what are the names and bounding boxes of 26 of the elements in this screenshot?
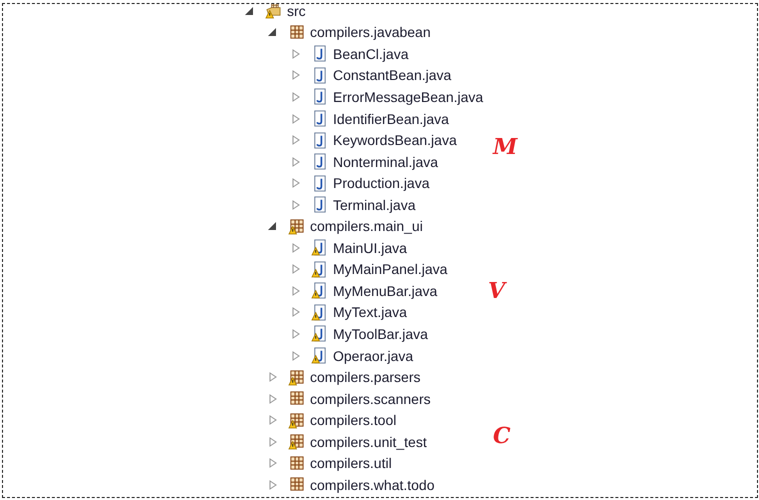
tree-item[interactable]: BeanCl.java bbox=[333, 46, 408, 61]
annotation-letter: M bbox=[493, 136, 518, 158]
tree-item[interactable]: MyText.java bbox=[333, 305, 407, 320]
tree-item[interactable]: MyMenuBar.java bbox=[333, 284, 438, 298]
annotation-letter: C bbox=[493, 425, 511, 447]
tree-item[interactable]: KeywordsBean.java bbox=[333, 133, 457, 148]
annotation-letter: V bbox=[488, 280, 506, 302]
tree-item[interactable]: compilers.main_ui bbox=[310, 219, 423, 234]
tree-item[interactable]: compilers.what.todo bbox=[310, 478, 435, 492]
tree-item[interactable]: MainUI.java bbox=[333, 240, 407, 255]
tree-item[interactable]: src bbox=[287, 4, 306, 18]
tree-item[interactable]: MyMainPanel.java bbox=[333, 262, 448, 276]
tree-item[interactable]: compilers.scanners bbox=[310, 392, 431, 406]
tree-item[interactable]: Production.java bbox=[333, 176, 430, 190]
tree-item[interactable]: Terminal.java bbox=[333, 198, 416, 212]
tree-item[interactable]: compilers.unit_test bbox=[310, 434, 427, 449]
tree-item[interactable]: compilers.tool bbox=[310, 413, 396, 428]
tree-item[interactable]: compilers.parsers bbox=[310, 370, 420, 384]
tree-item[interactable]: ErrorMessageBean.java bbox=[333, 90, 484, 104]
tree-item[interactable]: compilers.javabean bbox=[310, 25, 431, 40]
tree-item[interactable]: Nonterminal.java bbox=[333, 154, 438, 169]
tree-item[interactable]: MyToolBar.java bbox=[333, 326, 428, 341]
tree-item[interactable]: ConstantBean.java bbox=[333, 68, 452, 82]
tree-item[interactable]: Operaor.java bbox=[333, 348, 414, 363]
tree-item[interactable]: compilers.util bbox=[310, 456, 392, 470]
tree-item[interactable]: IdentifierBean.java bbox=[333, 112, 449, 126]
